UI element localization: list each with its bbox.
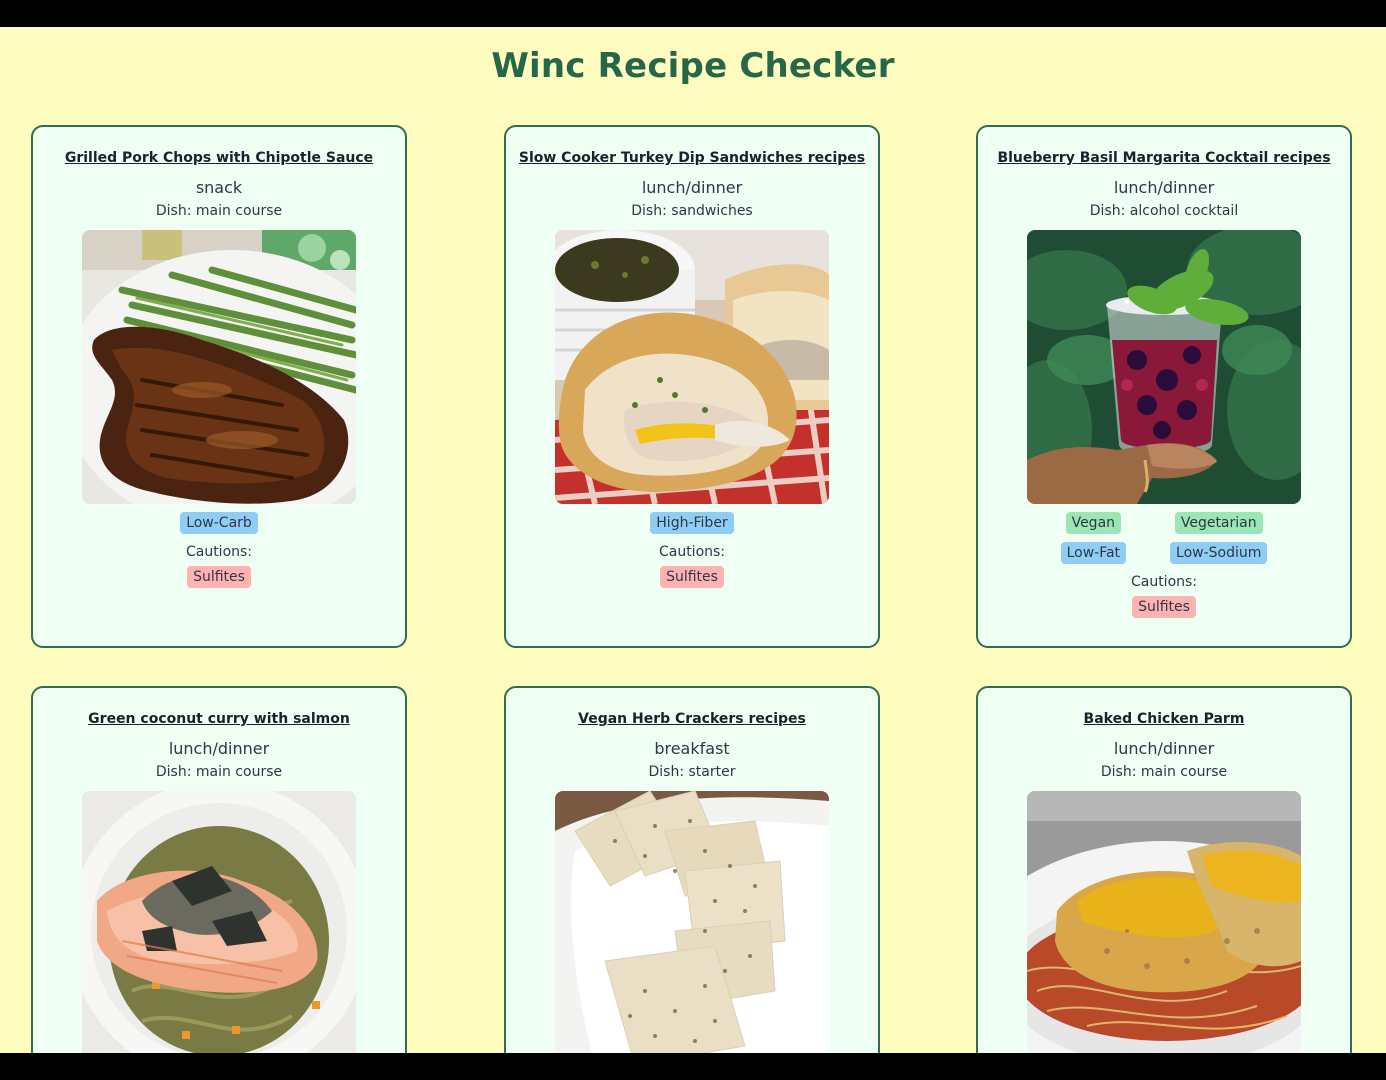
meal-type: snack [195,178,243,197]
dish-type: Dish: sandwiches [631,203,753,219]
dish-type: Dish: main course [1100,764,1228,780]
health-label-badge: Low-Sodium [1170,542,1268,564]
recipe-title-link[interactable]: Vegan Herb Crackers recipes [516,710,868,728]
chicken-parm-image [1027,791,1301,1053]
recipe-card: Blueberry Basil Margarita Cocktail recip… [976,125,1352,648]
page-title: Winc Recipe Checker [491,46,895,86]
recipe-photo [1027,791,1301,1053]
recipe-card: Green coconut curry with salmon lunch/di… [31,686,407,1053]
recipe-card: Grilled Pork Chops with Chipotle Sauce s… [31,125,407,648]
recipe-title-link[interactable]: Baked Chicken Parm [988,710,1340,728]
pork-chop-image [82,230,356,504]
recipe-photo [82,230,356,504]
dish-type: Dish: main course [155,764,283,780]
turkey-sandwich-image [555,230,829,504]
dish-type: Dish: main course [155,203,283,219]
health-label-badge: Vegetarian [1174,512,1263,534]
meal-type: lunch/dinner [168,739,270,758]
health-label-badge: Vegan [1065,512,1122,534]
cautions-label: Cautions: [185,544,253,560]
caution-badge: Sulfites [1132,596,1196,618]
recipe-photo [555,791,829,1053]
cautions-label: Cautions: [658,544,726,560]
herb-crackers-image [555,791,829,1053]
health-labels: High-Fiber [506,512,878,534]
recipe-card: Slow Cooker Turkey Dip Sandwiches recipe… [504,125,880,648]
recipe-title-link[interactable]: Green coconut curry with salmon [43,710,395,728]
meal-type: lunch/dinner [1113,739,1215,758]
recipe-title-link[interactable]: Grilled Pork Chops with Chipotle Sauce [43,149,395,167]
recipe-card: Vegan Herb Crackers recipes breakfast Di… [504,686,880,1053]
caution-badge: Sulfites [187,566,251,588]
health-labels: Vegan Vegetarian Low-Fat Low-Sodium [978,512,1350,564]
recipe-card: Baked Chicken Parm lunch/dinner Dish: ma… [976,686,1352,1053]
meal-type: lunch/dinner [1113,178,1215,197]
dish-type: Dish: alcohol cocktail [1089,203,1239,219]
recipe-title-link[interactable]: Blueberry Basil Margarita Cocktail recip… [988,149,1340,167]
meal-type: breakfast [654,739,730,758]
health-label-badge: Low-Carb [180,512,258,534]
cautions-label: Cautions: [1130,574,1198,590]
salmon-curry-image [82,791,356,1053]
recipe-photo [1027,230,1301,504]
recipe-photo [555,230,829,504]
dish-type: Dish: starter [648,764,736,780]
recipe-photo [82,791,356,1053]
health-labels: Low-Carb [33,512,405,534]
health-label-badge: Low-Fat [1060,542,1127,564]
meal-type: lunch/dinner [641,178,743,197]
health-label-badge: High-Fiber [650,512,734,534]
page: Winc Recipe Checker Grilled Pork Chops w… [0,27,1386,1053]
blueberry-cocktail-image [1027,230,1301,504]
caution-badge: Sulfites [660,566,724,588]
recipe-title-link[interactable]: Slow Cooker Turkey Dip Sandwiches recipe… [516,149,868,167]
